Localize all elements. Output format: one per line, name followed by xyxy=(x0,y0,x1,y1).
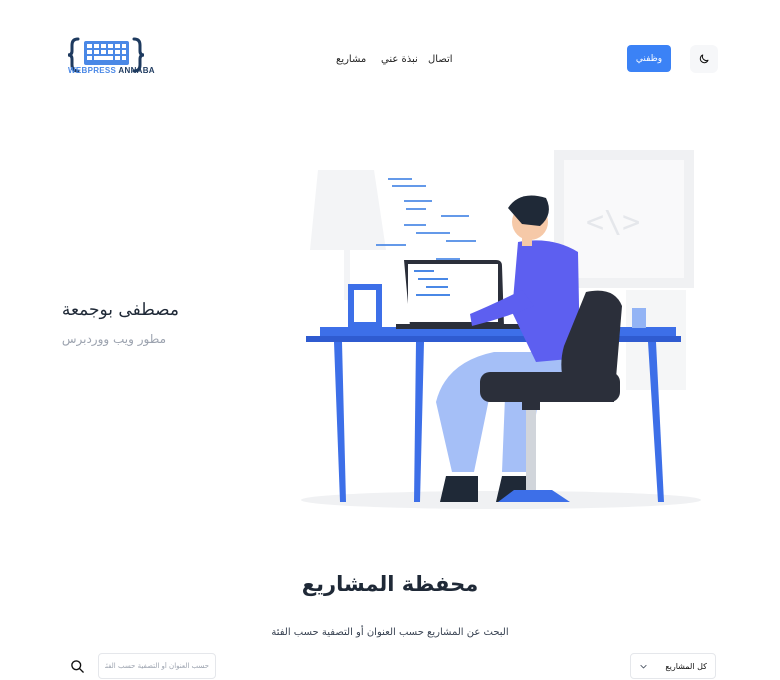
nav-about[interactable]: نبذة عني xyxy=(381,54,418,65)
portfolio-subtitle: البحث عن المشاريع حسب العنوان أو التصفية… xyxy=(271,627,509,638)
category-select[interactable]: كل المشاريع xyxy=(630,653,716,679)
logo-text-annaba: ANNABA xyxy=(116,66,155,75)
bg-code-text: <\> xyxy=(586,205,640,240)
search-button[interactable] xyxy=(62,653,92,679)
theme-toggle-button[interactable] xyxy=(690,45,718,73)
nav-contact[interactable]: اتصال xyxy=(428,54,453,65)
moon-icon xyxy=(699,54,709,64)
hero-role: مطور ويب ووردبرس xyxy=(61,332,166,346)
logo-text-webpress: WEBPRESS xyxy=(68,66,117,75)
nav-projects[interactable]: مشاريع xyxy=(336,54,366,65)
developer-at-desk-illustration: <\> xyxy=(301,150,701,509)
search-input[interactable] xyxy=(98,653,216,679)
portfolio-title: محفظة المشاريع xyxy=(301,572,479,596)
chevron-down-icon xyxy=(640,664,647,668)
hire-me-button[interactable]: وظفني xyxy=(627,45,671,72)
hero-name: مصطفى بوجمعة xyxy=(61,300,179,320)
logo-text: WEBPRESS ANNABA xyxy=(68,66,155,75)
search-icon xyxy=(70,659,84,673)
category-selected-value: كل المشاريع xyxy=(665,661,707,671)
